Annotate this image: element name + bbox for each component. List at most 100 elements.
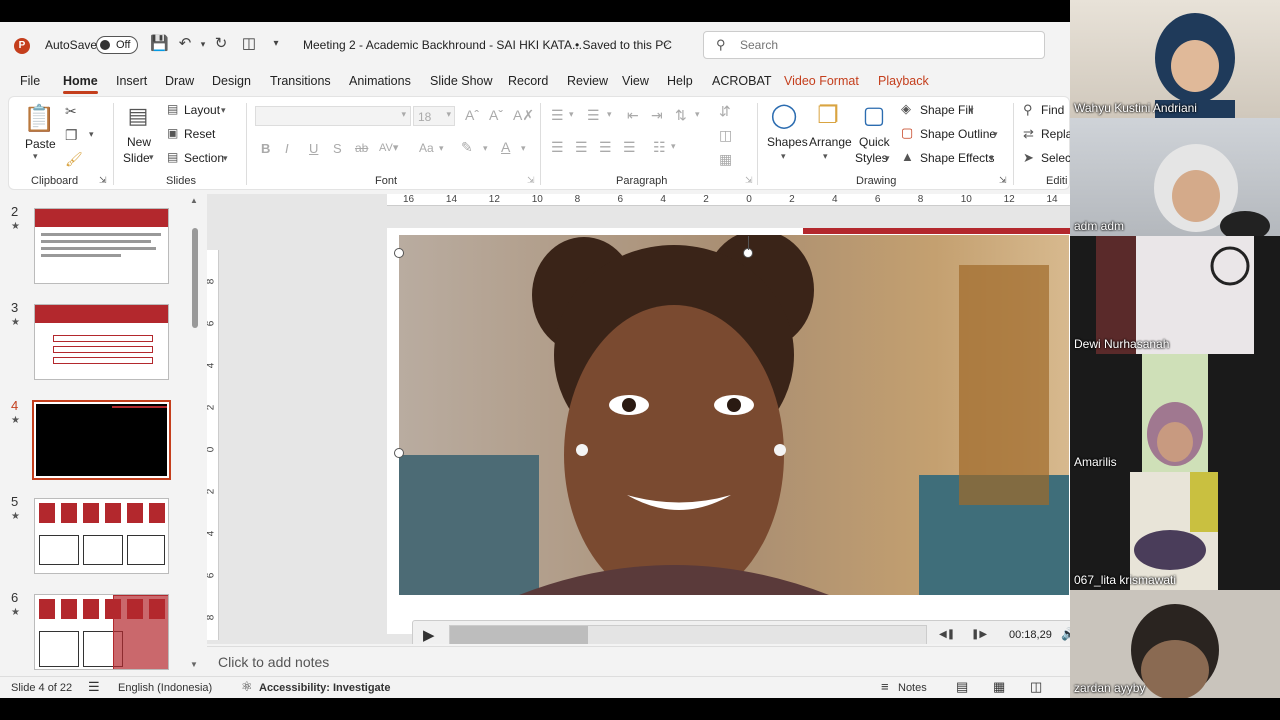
shape-fill-icon[interactable]: ◈ xyxy=(901,101,911,117)
paragraph-launcher-icon[interactable]: ⇲ xyxy=(745,175,753,186)
accessibility-status[interactable]: Accessibility: Investigate xyxy=(259,682,390,694)
step-forward-icon[interactable]: ❚▶ xyxy=(971,629,987,640)
font-name-box[interactable]: ▾ xyxy=(255,106,411,126)
smartart-icon[interactable]: ▦ xyxy=(719,151,732,168)
reset-button[interactable]: Reset xyxy=(184,127,215,141)
shape-effects-button[interactable]: Shape Effects xyxy=(920,151,995,165)
align-center-icon[interactable]: ☰ xyxy=(575,139,588,156)
section-dropdown-icon[interactable]: ▾ xyxy=(223,153,228,164)
notes-pane[interactable]: Click to add notes xyxy=(207,646,1070,674)
tab-home[interactable]: Home xyxy=(63,74,98,94)
video-frame[interactable] xyxy=(399,235,1069,595)
decrease-indent-icon[interactable]: ⇤ xyxy=(627,107,639,124)
shrink-font-icon[interactable]: Aˇ xyxy=(489,107,503,123)
shape-outline-icon[interactable]: ▢ xyxy=(901,125,913,141)
volume-icon[interactable]: 🔊 xyxy=(1061,627,1070,641)
customize-quick-access-icon[interactable]: ▾ xyxy=(267,35,285,53)
font-launcher-icon[interactable]: ⇲ xyxy=(527,175,535,186)
reading-view-icon[interactable]: ◫ xyxy=(1030,679,1042,695)
document-title[interactable]: Meeting 2 - Academic Backhround - SAI HK… xyxy=(303,38,582,52)
shape-outline-dropdown-icon[interactable]: ▾ xyxy=(993,129,998,140)
underline-button[interactable]: U xyxy=(309,141,318,156)
align-left-icon[interactable]: ☰ xyxy=(551,139,564,156)
step-back-icon[interactable]: ◀❚ xyxy=(939,629,955,640)
clear-formatting-icon[interactable]: A✗ xyxy=(513,107,534,124)
line-spacing-icon[interactable]: ⇅ xyxy=(675,107,687,124)
cut-icon[interactable]: ✂ xyxy=(65,103,77,120)
highlight-dropdown-icon[interactable]: ▾ xyxy=(483,143,488,154)
tab-transitions[interactable]: Transitions xyxy=(270,74,331,88)
find-button[interactable]: Find xyxy=(1041,103,1064,117)
new-slide-line1[interactable]: New xyxy=(127,135,151,149)
tab-design[interactable]: Design xyxy=(212,74,251,88)
shape-outline-button[interactable]: Shape Outline xyxy=(920,127,996,141)
highlight-icon[interactable]: ✎ xyxy=(461,139,473,156)
tab-playback[interactable]: Playback xyxy=(878,74,929,88)
replace-button[interactable]: Replac xyxy=(1041,127,1070,141)
resize-handle[interactable] xyxy=(394,448,404,458)
shapes-dropdown-icon[interactable]: ▾ xyxy=(781,151,786,162)
slide-thumbnail-2[interactable] xyxy=(34,208,169,284)
drawing-launcher-icon[interactable]: ⇲ xyxy=(999,175,1007,186)
tab-acrobat[interactable]: ACROBAT xyxy=(712,74,772,88)
redo-icon[interactable]: ↻ xyxy=(212,35,230,53)
tab-draw[interactable]: Draw xyxy=(165,74,194,88)
participant-tile[interactable]: zardan ayyby xyxy=(1070,590,1280,698)
section-button[interactable]: Section xyxy=(184,151,224,165)
scroll-down-icon[interactable]: ▼ xyxy=(190,660,198,669)
participant-tile[interactable]: 067_lita krismawati xyxy=(1070,472,1280,590)
select-button[interactable]: Select xyxy=(1041,151,1070,165)
bullets-icon[interactable]: ☰ xyxy=(551,107,564,124)
clipboard-launcher-icon[interactable]: ⇲ xyxy=(99,175,107,186)
accessibility-icon[interactable]: ⚛ xyxy=(241,679,253,695)
line-spacing-dropdown-icon[interactable]: ▾ xyxy=(695,109,700,120)
undo-icon[interactable]: ↶ xyxy=(176,35,194,53)
tab-video-format[interactable]: Video Format xyxy=(784,74,859,88)
quick-styles-line2[interactable]: Styles xyxy=(855,151,888,165)
shape-effects-icon[interactable]: ▲ xyxy=(901,149,914,164)
new-slide-dropdown-icon[interactable]: ▾ xyxy=(149,152,154,163)
shape-fill-button[interactable]: Shape Fill xyxy=(920,103,973,117)
resize-handle[interactable] xyxy=(394,248,404,258)
new-slide-icon[interactable]: ▤ xyxy=(123,103,153,129)
strikethrough-button[interactable]: ab xyxy=(355,141,368,155)
font-color-icon[interactable]: A xyxy=(501,139,510,155)
quick-styles-dropdown-icon[interactable]: ▾ xyxy=(885,153,890,164)
language-status[interactable]: English (Indonesia) xyxy=(118,682,212,694)
paste-dropdown-icon[interactable]: ▾ xyxy=(33,151,38,162)
participant-tile[interactable]: Amarilis xyxy=(1070,354,1280,472)
participant-tile[interactable]: Wahyu Kustini Andriani xyxy=(1070,0,1280,118)
increase-indent-icon[interactable]: ⇥ xyxy=(651,107,663,124)
paste-button[interactable]: Paste xyxy=(25,137,56,151)
numbering-icon[interactable]: ☰ xyxy=(587,107,600,124)
columns-icon[interactable]: ☷ xyxy=(653,139,666,156)
spell-check-icon[interactable]: ☰ xyxy=(88,679,100,695)
normal-view-icon[interactable]: ▤ xyxy=(956,679,968,695)
quick-styles-icon[interactable]: ▢ xyxy=(859,101,889,131)
notes-placeholder[interactable]: Click to add notes xyxy=(218,654,329,670)
italic-button[interactable]: I xyxy=(285,141,289,156)
copy-dropdown-icon[interactable]: ▾ xyxy=(89,129,94,140)
arrange-button[interactable]: Arrange xyxy=(809,135,852,149)
find-icon[interactable]: ⚲ xyxy=(1023,102,1033,118)
tab-animations[interactable]: Animations xyxy=(349,74,411,88)
slide-thumbnail-6[interactable] xyxy=(34,594,169,670)
quick-styles-line1[interactable]: Quick xyxy=(859,135,890,149)
thumbnails-scrollbar[interactable]: ▲ ▼ xyxy=(190,196,200,669)
notes-button[interactable]: Notes xyxy=(898,682,927,694)
save-icon[interactable]: 💾 xyxy=(150,35,169,53)
autosave-toggle[interactable]: Off xyxy=(96,36,138,54)
undo-dropdown-icon[interactable]: ▾ xyxy=(194,35,212,53)
align-text-icon[interactable]: ◫ xyxy=(719,127,732,144)
tab-record[interactable]: Record xyxy=(508,74,548,88)
new-slide-line2[interactable]: Slide xyxy=(123,151,150,165)
present-icon[interactable]: ◫ xyxy=(240,35,258,53)
copy-icon[interactable]: ❐ xyxy=(65,127,78,144)
arrange-icon[interactable]: ❐ xyxy=(813,101,843,131)
change-case-dropdown-icon[interactable]: ▾ xyxy=(439,143,444,154)
bullets-dropdown-icon[interactable]: ▾ xyxy=(569,109,574,120)
layout-dropdown-icon[interactable]: ▾ xyxy=(221,105,226,116)
columns-dropdown-icon[interactable]: ▾ xyxy=(671,141,676,152)
bold-button[interactable]: B xyxy=(261,141,270,156)
layout-icon[interactable]: ▤ xyxy=(167,102,178,116)
